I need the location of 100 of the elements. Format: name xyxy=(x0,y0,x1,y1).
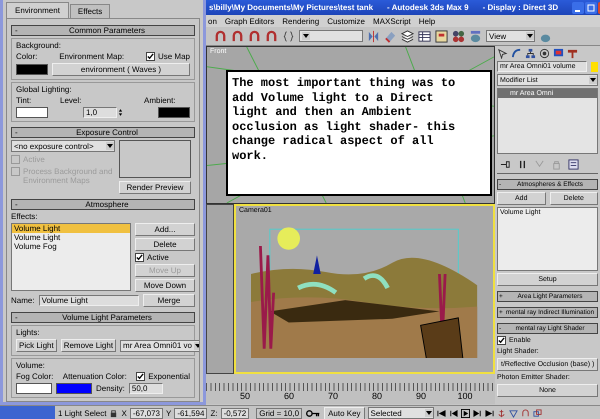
coordinate-field[interactable]: -61,594 xyxy=(174,408,208,418)
color-swatch[interactable] xyxy=(591,62,598,72)
coordinate-field[interactable]: -67,073 xyxy=(130,408,163,418)
color-swatch[interactable] xyxy=(56,383,92,394)
magnet-icon[interactable] xyxy=(248,30,261,42)
field-label: Effects: xyxy=(11,212,39,221)
eraser-icon[interactable] xyxy=(384,30,397,42)
rollout-header[interactable]: - Exposure Control xyxy=(11,127,195,138)
mirror-icon[interactable] xyxy=(367,30,380,42)
key-icon[interactable] xyxy=(305,408,322,418)
schematic-icon[interactable] xyxy=(435,30,448,42)
magnet-icon[interactable] xyxy=(214,30,227,42)
render-preview-button[interactable]: Render Preview xyxy=(119,181,191,194)
exposure-dropdown[interactable]: <no exposure control> xyxy=(11,140,115,152)
merge-button[interactable]: Merge xyxy=(143,294,195,307)
monitor-icon[interactable] xyxy=(553,48,564,59)
menu-item[interactable]: Customize xyxy=(327,16,365,26)
orbit-icon[interactable] xyxy=(520,408,530,418)
timeline-ruler[interactable]: 50 60 70 80 90 100 xyxy=(206,374,495,404)
tick-label: 60 xyxy=(282,391,295,401)
pick-light-button[interactable]: Pick Light xyxy=(16,339,57,352)
circle-icon[interactable] xyxy=(539,48,550,59)
go-to-end-icon[interactable] xyxy=(484,408,494,418)
coordinate-field[interactable]: -0,572 xyxy=(220,408,250,418)
magnet-icon[interactable] xyxy=(265,30,278,42)
light-dropdown[interactable]: mr Area Omni01 vo xyxy=(120,340,199,352)
tick-label: 100 xyxy=(456,391,474,401)
density-field[interactable]: 50,0 xyxy=(128,383,163,394)
field-label: Attenuation Color: xyxy=(62,372,127,381)
window-title: - Display : Direct 3D xyxy=(482,3,558,12)
bars-icon[interactable] xyxy=(517,159,528,170)
dialog-tab[interactable]: Effects xyxy=(70,4,110,18)
next-frame-icon[interactable] xyxy=(472,408,482,418)
rollout-header[interactable]: - Volume Light Parameters xyxy=(11,312,195,323)
group-label: Lights: xyxy=(16,328,41,337)
curve-icon[interactable] xyxy=(511,48,522,59)
menu-item[interactable]: MAXScript xyxy=(372,16,411,26)
spheres-icon[interactable] xyxy=(452,30,465,42)
lock-icon[interactable] xyxy=(109,408,118,418)
checkbox[interactable] xyxy=(135,253,144,262)
rollout-header[interactable]: - Common Parameters xyxy=(11,25,195,36)
dropdown-arrow-icon[interactable] xyxy=(589,76,597,84)
dropdown-arrow-icon[interactable] xyxy=(302,32,310,40)
dialog-tab[interactable]: Environment xyxy=(6,2,69,18)
coordinate-label: Z: xyxy=(210,408,218,418)
field-label: Fog Color: xyxy=(16,372,54,381)
list-item[interactable]: Volume Fog xyxy=(12,242,130,251)
auto-key-button[interactable]: Auto Key xyxy=(324,406,365,419)
braces-icon[interactable] xyxy=(282,30,295,42)
color-swatch[interactable] xyxy=(16,383,52,394)
cursor-icon[interactable] xyxy=(497,48,508,59)
checkbox-label: Active xyxy=(147,253,169,262)
dropdown-arrow-icon[interactable] xyxy=(106,142,114,150)
configure-icon[interactable] xyxy=(568,159,579,170)
color-swatch[interactable] xyxy=(158,107,190,118)
color-swatch[interactable] xyxy=(16,64,48,75)
view-dropdown[interactable]: View xyxy=(486,30,535,42)
checkbox[interactable] xyxy=(136,372,146,381)
name-field[interactable]: Volume Light xyxy=(38,295,139,306)
shield-icon[interactable] xyxy=(508,408,518,418)
dropdown-arrow-icon[interactable] xyxy=(526,32,534,40)
dropdown-arrow-icon[interactable] xyxy=(424,409,433,417)
effect-button[interactable]: Add... xyxy=(135,223,195,236)
annotation-text: The most important thing was to add Volume light to a Direct light and then an Ambient occlusion as light shader- this change radical aspect of all work. xyxy=(226,70,492,196)
map-button[interactable]: environment ( Waves ) xyxy=(52,63,190,76)
table-icon[interactable] xyxy=(418,30,431,42)
level-field[interactable]: 1,0 xyxy=(83,107,117,118)
play-icon[interactable] xyxy=(460,408,470,418)
hierarchy-icon[interactable] xyxy=(525,48,536,59)
checkbox[interactable] xyxy=(146,52,155,61)
windows-icon[interactable] xyxy=(532,408,542,418)
pin-icon[interactable] xyxy=(500,159,511,170)
hammer-icon[interactable] xyxy=(567,48,578,59)
window-title: s\billy\My Documents\My Pictures\test tank xyxy=(209,3,374,12)
maximize-icon[interactable] xyxy=(585,2,598,14)
effect-button[interactable]: Delete xyxy=(135,238,195,251)
checkbox[interactable] xyxy=(497,336,506,345)
left-viewport[interactable] xyxy=(206,204,234,374)
magnet-icon[interactable] xyxy=(231,30,244,42)
key-mode-dropdown[interactable]: Selected xyxy=(368,407,434,419)
checkbox-label: Exponential xyxy=(148,372,190,381)
move-button[interactable]: Move Down xyxy=(135,279,195,292)
selection-status: 1 Light Select xyxy=(58,408,106,418)
previous-frame-icon[interactable] xyxy=(448,408,458,418)
layers-icon[interactable] xyxy=(401,30,414,42)
grid-status: Grid = 10,0 xyxy=(256,408,302,418)
rollout-header[interactable]: - Atmosphere xyxy=(11,199,195,210)
anchor-icon[interactable] xyxy=(496,408,506,418)
list-item[interactable]: Volume Light xyxy=(12,224,130,233)
menu-item[interactable]: on xyxy=(208,16,217,26)
remove-light-button[interactable]: Remove Light xyxy=(60,339,116,352)
minimize-icon[interactable] xyxy=(572,2,584,14)
tick-label: 70 xyxy=(326,391,339,401)
teapot-icon[interactable] xyxy=(469,30,482,42)
menu-item[interactable]: Rendering xyxy=(282,16,320,26)
menu-item[interactable]: Graph Editors xyxy=(224,16,274,26)
color-swatch[interactable] xyxy=(16,107,48,118)
list-item[interactable]: Volume Light xyxy=(12,233,130,242)
go-to-start-icon[interactable] xyxy=(436,408,446,418)
menu-item[interactable]: Help xyxy=(418,16,436,26)
